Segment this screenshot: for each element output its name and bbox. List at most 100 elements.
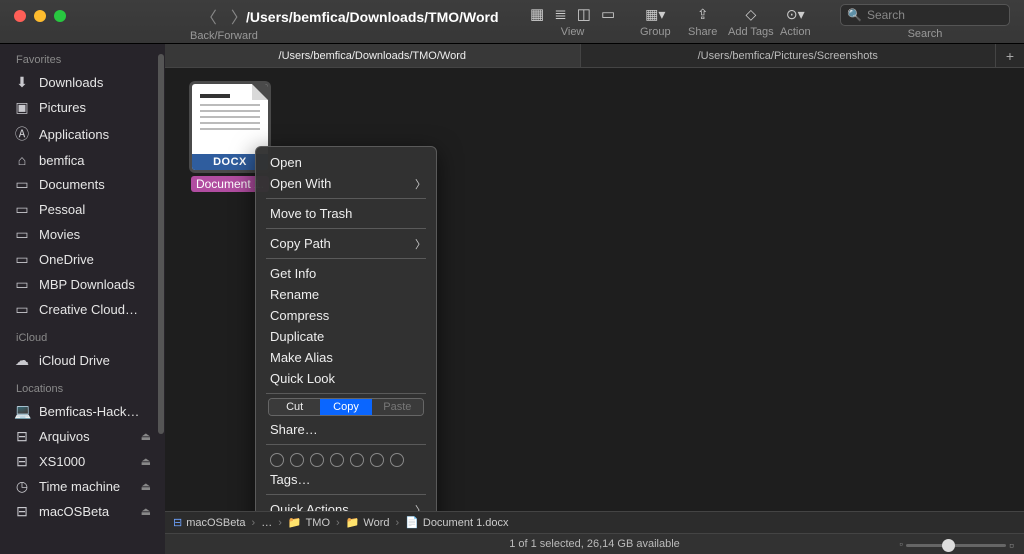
tab-2[interactable]: /Users/bemfica/Pictures/Screenshots	[581, 44, 997, 67]
search-icon: 🔍	[847, 8, 862, 22]
share-label: Share	[688, 26, 717, 38]
tab-1[interactable]: /Users/bemfica/Downloads/TMO/Word	[165, 44, 581, 67]
minimize-window-button[interactable]	[34, 10, 46, 22]
sidebar-item-pessoal[interactable]: ▭Pessoal	[0, 197, 165, 222]
menu-make-alias[interactable]: Make Alias	[256, 347, 436, 368]
tag-color-option[interactable]	[330, 453, 344, 467]
menu-tags[interactable]: Tags…	[256, 469, 436, 490]
tag-color-option[interactable]	[390, 453, 404, 467]
menu-duplicate[interactable]: Duplicate	[256, 326, 436, 347]
path-separator: ›	[334, 517, 342, 529]
eject-icon[interactable]: ⏏	[141, 430, 151, 443]
slider-track[interactable]	[906, 544, 1006, 547]
tag-icon[interactable]: ◇	[745, 6, 756, 23]
path-segment[interactable]: 📁TMO	[288, 516, 330, 529]
sidebar-item-label: bemfica	[39, 153, 85, 168]
zoom-window-button[interactable]	[54, 10, 66, 22]
slider-thumb[interactable]	[942, 539, 955, 552]
eject-icon[interactable]: ⏏	[141, 455, 151, 468]
menu-label: Share…	[270, 422, 318, 437]
doc-icon: 📄	[405, 516, 419, 529]
path-segment-file[interactable]: 📄Document 1.docx	[405, 516, 508, 529]
path-label: Word	[363, 517, 389, 529]
menu-rename[interactable]: Rename	[256, 284, 436, 305]
sidebar-item-movies[interactable]: ▭Movies	[0, 222, 165, 247]
sidebar-item-macosbeta[interactable]: ⊟macOSBeta⏏	[0, 499, 165, 524]
sidebar-item-applications[interactable]: ⒶApplications	[0, 120, 165, 148]
eject-icon[interactable]: ⏏	[141, 505, 151, 518]
sidebar-item-icloud-drive[interactable]: ☁iCloud Drive	[0, 348, 165, 373]
sidebar: Favorites ⬇Downloads ▣Pictures ⒶApplicat…	[0, 44, 165, 554]
eject-icon[interactable]: ⏏	[141, 480, 151, 493]
tag-color-option[interactable]	[290, 453, 304, 467]
menu-label: Open	[270, 155, 302, 170]
disk-icon: ⊟	[14, 453, 30, 470]
search-input[interactable]: 🔍 Search	[840, 4, 1010, 26]
applications-icon: Ⓐ	[14, 124, 30, 144]
tag-color-option[interactable]	[350, 453, 364, 467]
action-icon[interactable]: ⊙▾	[786, 6, 805, 23]
clock-icon: ◷	[14, 478, 30, 495]
new-tab-button[interactable]: +	[996, 44, 1024, 67]
menu-share[interactable]: Share…	[256, 419, 436, 440]
sidebar-item-downloads[interactable]: ⬇Downloads	[0, 70, 165, 95]
path-segment-ellipsis[interactable]: …	[261, 517, 272, 529]
column-view-button[interactable]: ◫	[577, 5, 591, 23]
path-segment[interactable]: ⊟macOSBeta	[173, 516, 246, 529]
sidebar-item-arquivos[interactable]: ⊟Arquivos⏏	[0, 424, 165, 449]
share-icon[interactable]: ⇪	[697, 6, 709, 23]
action-label: Action	[780, 26, 811, 38]
group-icon[interactable]: ▦▾	[645, 6, 665, 23]
sidebar-item-xs1000[interactable]: ⊟ XS1000 ⏏	[0, 449, 165, 474]
window-title: /Users/bemfica/Downloads/TMO/Word	[246, 9, 499, 25]
menu-separator	[266, 198, 426, 199]
back-button[interactable]: 〈	[201, 4, 217, 28]
sidebar-item-label: Arquivos	[39, 429, 90, 444]
path-separator: ›	[250, 517, 258, 529]
menu-cut[interactable]: Cut	[269, 399, 320, 415]
menu-separator	[266, 228, 426, 229]
tag-color-option[interactable]	[370, 453, 384, 467]
folder-icon: ▭	[14, 176, 30, 193]
menu-label: Get Info	[270, 266, 316, 281]
sidebar-item-label: Creative Cloud…	[39, 302, 138, 317]
context-menu: Open Open With〉 Move to Trash Copy Path〉…	[255, 146, 437, 547]
menu-open[interactable]: Open	[256, 152, 436, 173]
search-group: 🔍 Search Search	[840, 4, 1010, 40]
sidebar-item-onedrive[interactable]: ▭OneDrive	[0, 247, 165, 272]
path-label: …	[261, 517, 272, 529]
menu-quick-look[interactable]: Quick Look	[256, 368, 436, 389]
menu-label: Tags…	[270, 472, 310, 487]
sidebar-item-mbp-downloads[interactable]: ▭MBP Downloads	[0, 272, 165, 297]
menu-copy-path[interactable]: Copy Path〉	[256, 233, 436, 254]
tag-color-option[interactable]	[310, 453, 324, 467]
menu-compress[interactable]: Compress	[256, 305, 436, 326]
sidebar-item-timemachine[interactable]: ◷Time machine⏏	[0, 474, 165, 499]
gallery-view-button[interactable]: ▭	[601, 5, 615, 23]
sidebar-scrollbar[interactable]	[158, 54, 164, 434]
icon-view-button[interactable]: ▦	[530, 5, 544, 23]
icon-size-slider[interactable]: ▫ ▫	[899, 537, 1014, 553]
search-placeholder: Search	[867, 8, 905, 22]
sidebar-section-favorites: Favorites	[0, 44, 165, 70]
menu-get-info[interactable]: Get Info	[256, 263, 436, 284]
path-segment[interactable]: 📁Word	[346, 516, 390, 529]
sidebar-item-label: Documents	[39, 177, 105, 192]
sidebar-item-documents[interactable]: ▭ Documents	[0, 172, 165, 197]
menu-move-to-trash[interactable]: Move to Trash	[256, 203, 436, 224]
sidebar-item-label: XS1000	[39, 454, 85, 469]
folder-icon: 📁	[288, 516, 302, 529]
menu-tag-colors	[256, 449, 436, 469]
menu-open-with[interactable]: Open With〉	[256, 173, 436, 194]
sidebar-item-computer[interactable]: 💻Bemficas-Hack…	[0, 399, 165, 424]
close-window-button[interactable]	[14, 10, 26, 22]
sidebar-item-pictures[interactable]: ▣Pictures	[0, 95, 165, 120]
forward-button[interactable]: 〉	[231, 4, 247, 28]
chevron-right-icon: 〉	[415, 176, 426, 192]
sidebar-item-home[interactable]: ⌂bemfica	[0, 148, 165, 172]
menu-copy[interactable]: Copy	[320, 399, 371, 415]
menu-label: Rename	[270, 287, 319, 302]
list-view-button[interactable]: ≣	[554, 5, 567, 23]
tag-color-option[interactable]	[270, 453, 284, 467]
sidebar-item-creative-cloud[interactable]: ▭Creative Cloud…	[0, 297, 165, 322]
